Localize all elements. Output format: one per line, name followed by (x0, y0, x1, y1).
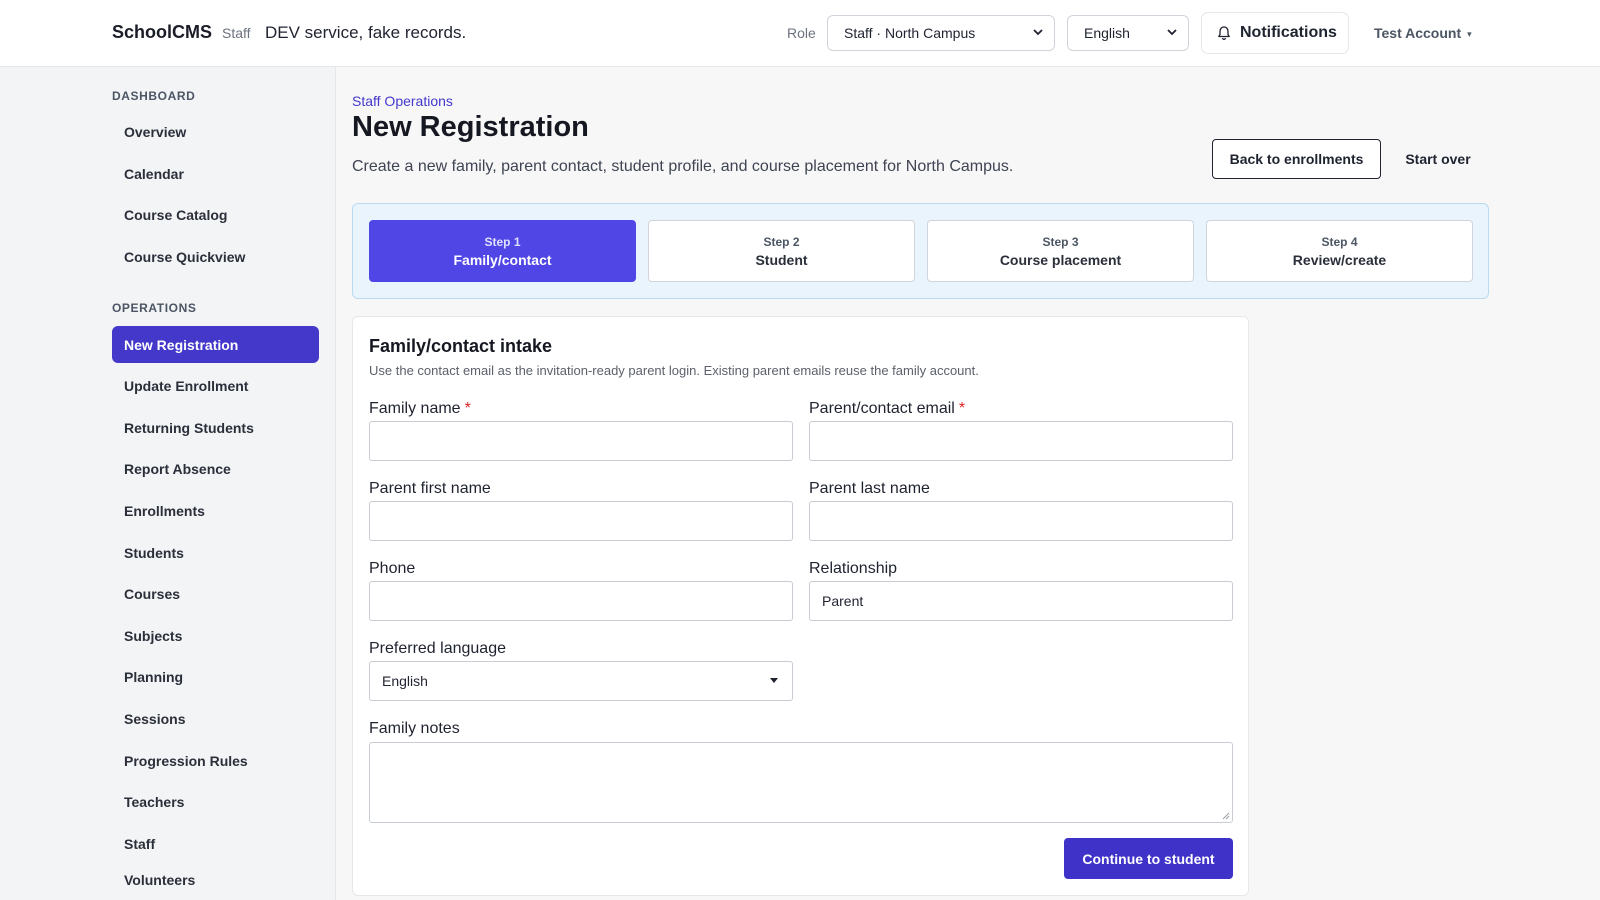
sidebar-item-progression-rules[interactable]: Progression Rules (112, 742, 319, 779)
sidebar-item-enrollments[interactable]: Enrollments (112, 492, 319, 529)
preferred-language-value: English (382, 673, 428, 689)
parent-first-name-label: Parent first name (369, 480, 491, 497)
registration-stepper: Step 1 Family/contact Step 2 Student Ste… (352, 203, 1489, 299)
sidebar-item-update-enrollment[interactable]: Update Enrollment (112, 367, 319, 404)
step-number: Step 4 (1321, 234, 1358, 249)
step-student[interactable]: Step 2 Student (648, 220, 915, 282)
form-title: Family/contact intake (369, 336, 553, 356)
sidebar-item-volunteers[interactable]: Volunteers (112, 861, 319, 898)
sidebar-item-teachers[interactable]: Teachers (112, 783, 319, 820)
account-menu[interactable]: Test Account ▾ (1374, 25, 1472, 41)
sidebar-item-returning-students[interactable]: Returning Students (112, 409, 319, 446)
family-name-input[interactable] (369, 421, 793, 461)
language-select[interactable]: English (1067, 15, 1189, 51)
step-number: Step 1 (484, 234, 521, 249)
relationship-label: Relationship (809, 560, 898, 577)
sidebar-item-courses[interactable]: Courses (112, 575, 319, 612)
sidebar-section-operations: OPERATIONS (112, 301, 197, 315)
step-name: Family/contact (453, 251, 552, 268)
email-input[interactable] (809, 421, 1233, 461)
family-notes-textarea[interactable] (369, 742, 1233, 823)
sidebar-item-students[interactable]: Students (112, 534, 319, 571)
step-review-create[interactable]: Step 4 Review/create (1206, 220, 1473, 282)
form-subtitle: Use the contact email as the invitation-… (369, 363, 979, 378)
parent-last-name-label: Parent last name (809, 480, 930, 497)
top-bar: SchoolCMS Staff DEV service, fake record… (0, 0, 1600, 67)
step-name: Student (755, 251, 808, 268)
email-label: Parent/contact email * (809, 400, 966, 417)
relationship-input[interactable]: Parent (809, 581, 1233, 621)
required-marker: * (464, 400, 471, 417)
phone-label: Phone (369, 560, 416, 577)
sidebar-item-report-absence[interactable]: Report Absence (112, 450, 319, 487)
sidebar: DASHBOARD Overview Calendar Course Catal… (0, 67, 336, 900)
step-number: Step 3 (1042, 234, 1079, 249)
sidebar-item-overview[interactable]: Overview (112, 113, 319, 150)
sidebar-item-sessions[interactable]: Sessions (112, 700, 319, 737)
caret-down-icon: ▾ (1467, 29, 1472, 39)
notifications-label: Notifications (1240, 24, 1337, 41)
phone-input[interactable] (369, 581, 793, 621)
sidebar-item-subjects[interactable]: Subjects (112, 617, 319, 654)
chevron-down-icon (1033, 29, 1043, 36)
breadcrumb[interactable]: Staff Operations (352, 93, 453, 109)
sidebar-item-course-catalog[interactable]: Course Catalog (112, 196, 319, 233)
page-title: New Registration (352, 111, 589, 143)
step-family-contact[interactable]: Step 1 Family/contact (369, 220, 636, 282)
step-name: Review/create (1292, 251, 1387, 268)
account-label: Test Account (1374, 25, 1462, 41)
step-course-placement[interactable]: Step 3 Course placement (927, 220, 1194, 282)
sidebar-section-dashboard: DASHBOARD (112, 89, 196, 103)
role-select-value: Staff · North Campus (844, 25, 976, 41)
preferred-language-label: Preferred language (369, 640, 506, 657)
resize-grip-icon[interactable] (1220, 810, 1230, 820)
required-marker: * (958, 400, 966, 417)
caret-down-icon (770, 678, 778, 683)
brand-logo[interactable]: SchoolCMS (112, 22, 212, 43)
role-tag: Staff (222, 25, 251, 41)
family-name-label: Family name * (369, 400, 471, 417)
page-subtitle: Create a new family, parent contact, stu… (352, 158, 1014, 175)
notifications-button[interactable]: Notifications (1201, 12, 1349, 54)
back-to-enrollments-button[interactable]: Back to enrollments (1212, 139, 1381, 179)
role-select[interactable]: Staff · North Campus (827, 15, 1055, 51)
sidebar-item-course-quickview[interactable]: Course Quickview (112, 238, 319, 275)
role-label: Role (787, 25, 816, 41)
step-number: Step 2 (763, 234, 800, 249)
sidebar-item-calendar[interactable]: Calendar (112, 155, 319, 192)
chevron-down-icon (1167, 29, 1177, 36)
sidebar-item-planning[interactable]: Planning (112, 658, 319, 695)
sidebar-item-staff[interactable]: Staff (112, 825, 319, 862)
parent-last-name-input[interactable] (809, 501, 1233, 541)
bell-icon (1218, 26, 1230, 41)
dev-notice: DEV service, fake records. (265, 23, 467, 42)
parent-first-name-input[interactable] (369, 501, 793, 541)
sidebar-item-new-registration[interactable]: New Registration (112, 326, 319, 363)
start-over-button[interactable]: Start over (1388, 139, 1488, 179)
language-select-value: English (1084, 25, 1130, 41)
step-name: Course placement (999, 251, 1122, 268)
continue-to-student-button[interactable]: Continue to student (1064, 838, 1233, 879)
family-notes-label: Family notes (369, 720, 460, 737)
family-contact-form: Family/contact intake Use the contact em… (352, 316, 1249, 896)
preferred-language-select[interactable]: English (369, 661, 793, 701)
